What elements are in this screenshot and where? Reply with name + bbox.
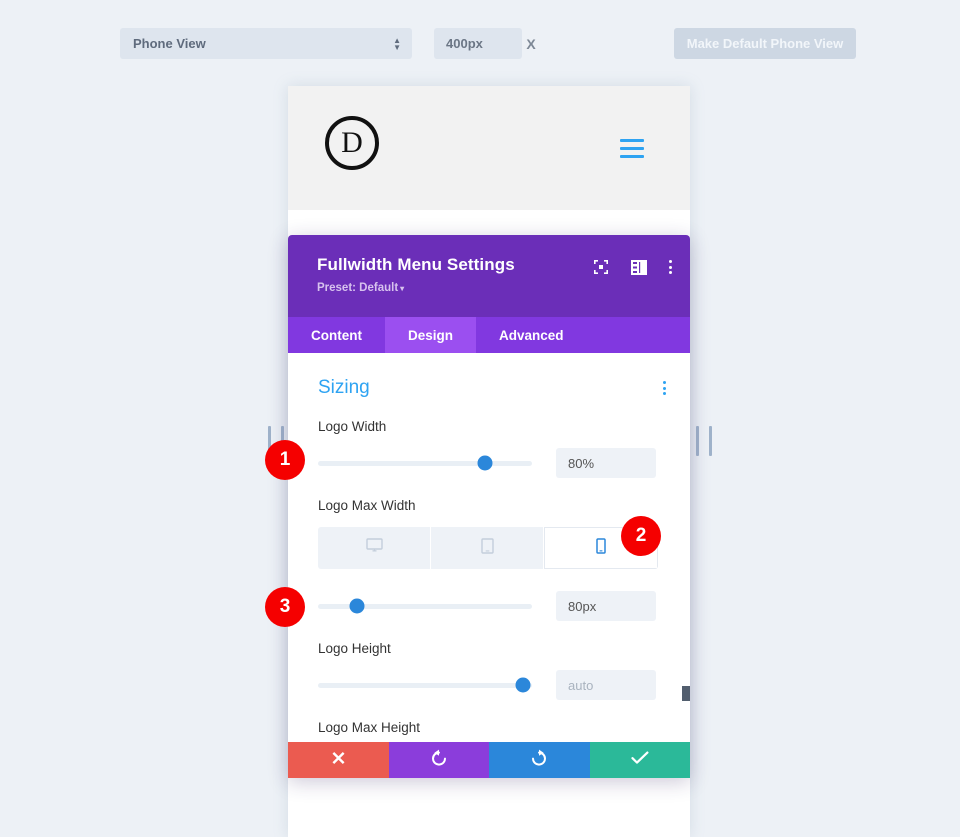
- panel-layout-icon[interactable]: [631, 259, 647, 275]
- field-logo-height-label: Logo Height: [318, 641, 391, 656]
- checkmark-icon: [631, 751, 649, 770]
- divi-logo-icon[interactable]: D: [325, 116, 379, 170]
- save-button[interactable]: [589, 742, 690, 778]
- field-logo-max-width: Logo Max Width 80px: [288, 498, 690, 621]
- tab-design[interactable]: Design: [385, 317, 477, 353]
- annotation-badge-3: 3: [265, 587, 305, 627]
- tab-advanced[interactable]: Advanced: [476, 317, 587, 353]
- preset-label: Preset: Default: [317, 282, 399, 294]
- field-logo-max-width-label: Logo Max Width: [318, 498, 416, 513]
- logo-height-value-input[interactable]: auto: [556, 670, 656, 700]
- redo-button[interactable]: [489, 742, 590, 778]
- modal-footer-actions: [288, 742, 690, 778]
- divi-logo-letter: D: [341, 126, 363, 159]
- viewport-width-input[interactable]: 400px: [434, 28, 522, 59]
- logo-width-slider-thumb[interactable]: [477, 455, 493, 471]
- modal-scrollbar-thumb[interactable]: [682, 686, 690, 701]
- annotation-badge-2-number: 2: [635, 525, 647, 546]
- logo-height-value: auto: [568, 677, 594, 693]
- logo-height-slider-thumb[interactable]: [515, 677, 531, 693]
- tablet-icon: [480, 537, 494, 559]
- logo-width-value-input[interactable]: 80%: [556, 448, 656, 478]
- view-mode-select-value: Phone View: [133, 36, 206, 51]
- cancel-button[interactable]: [288, 742, 389, 778]
- spinner-arrows-icon: ▲ ▼: [393, 35, 401, 52]
- logo-max-width-slider-thumb[interactable]: [349, 598, 365, 614]
- annotation-badge-1-number: 1: [279, 449, 291, 470]
- redo-arrow-icon: [530, 749, 548, 772]
- field-logo-width-label: Logo Width: [318, 419, 387, 434]
- close-x-icon: [331, 750, 346, 770]
- annotation-badge-2: 2: [621, 516, 661, 556]
- expand-fullscreen-icon[interactable]: [593, 259, 609, 275]
- section-title: Sizing: [318, 377, 370, 398]
- tab-content-label: Content: [311, 327, 362, 343]
- desktop-icon: [365, 537, 383, 559]
- modal-tabs: Content Design Advanced: [288, 317, 690, 353]
- section-options-icon[interactable]: [663, 381, 666, 395]
- undo-arrow-icon: [430, 749, 448, 772]
- resize-handle-right[interactable]: [696, 424, 712, 458]
- responsive-device-toggle: [318, 527, 658, 569]
- field-logo-width: Logo Width 80%: [288, 419, 690, 478]
- view-mode-select[interactable]: Phone View ▲ ▼: [120, 28, 412, 59]
- logo-max-width-slider[interactable]: [318, 598, 532, 614]
- undo-button[interactable]: [388, 742, 489, 778]
- viewport-width-value: 400px: [446, 36, 483, 51]
- field-logo-max-height: Logo Max Height: [288, 720, 690, 735]
- device-toggle-desktop[interactable]: [318, 527, 431, 569]
- site-header-module[interactable]: D: [288, 86, 690, 210]
- top-toolbar: Phone View ▲ ▼ 400px X Make Default Phone…: [0, 0, 960, 86]
- hamburger-menu-icon[interactable]: [620, 139, 644, 158]
- chevron-down-icon: ▾: [400, 284, 405, 293]
- tab-design-label: Design: [408, 327, 454, 343]
- logo-height-slider[interactable]: [318, 677, 532, 693]
- make-default-phone-view-button[interactable]: Make Default Phone View: [674, 28, 856, 59]
- field-logo-max-height-label: Logo Max Height: [318, 720, 421, 735]
- sizing-section-header: Sizing: [288, 353, 690, 399]
- phone-icon: [596, 537, 606, 559]
- logo-max-width-value-input[interactable]: 80px: [556, 591, 656, 621]
- annotation-badge-1: 1: [265, 440, 305, 480]
- tab-content[interactable]: Content: [288, 317, 385, 353]
- module-settings-modal: Fullwidth Menu Settings Preset: Default ▾: [288, 235, 690, 778]
- annotation-badge-3-number: 3: [279, 596, 291, 617]
- logo-width-slider[interactable]: [318, 455, 532, 471]
- device-toggle-tablet[interactable]: [431, 527, 544, 569]
- more-options-icon[interactable]: [669, 260, 672, 274]
- logo-width-value: 80%: [568, 455, 595, 471]
- dimension-separator: X: [526, 35, 536, 52]
- field-logo-height: Logo Height auto: [288, 641, 690, 700]
- tab-advanced-label: Advanced: [499, 327, 564, 343]
- modal-header-icons: [593, 259, 672, 275]
- logo-max-width-value: 80px: [568, 598, 597, 614]
- preset-selector[interactable]: Preset: Default ▾: [317, 282, 668, 294]
- modal-header: Fullwidth Menu Settings Preset: Default ▾: [288, 235, 690, 317]
- make-default-phone-view-label: Make Default Phone View: [686, 36, 844, 51]
